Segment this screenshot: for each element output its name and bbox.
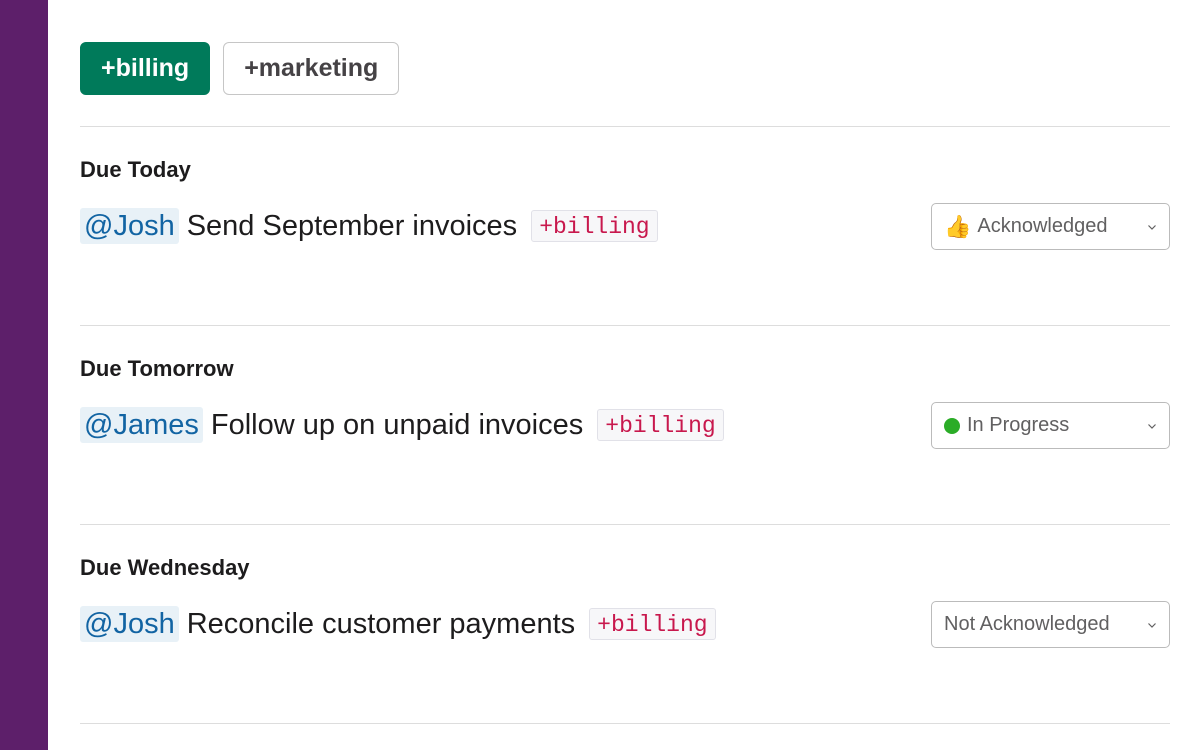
task-row: @Josh Reconcile customer payments +billi…: [80, 606, 716, 642]
tag-chip[interactable]: +billing: [531, 210, 658, 242]
chevron-down-icon: [1148, 622, 1156, 628]
task-section-due-tomorrow: Due Tomorrow @James Follow up on unpaid …: [80, 326, 1170, 524]
task-text: Follow up on unpaid invoices: [210, 408, 584, 441]
task-text: Reconcile customer payments: [186, 607, 576, 640]
status-label: Acknowledged: [977, 215, 1108, 237]
status-label: Not Acknowledged: [944, 613, 1110, 635]
section-title: Due Today: [80, 157, 191, 182]
task-section-due-wednesday: Due Wednesday @Josh Reconcile customer p…: [80, 525, 1170, 723]
thumbs-up-icon: 👍: [944, 213, 972, 239]
sidebar: [0, 0, 48, 750]
chevron-down-icon: [1148, 423, 1156, 429]
task-row: @Josh Send September invoices +billing: [80, 208, 658, 244]
status-dropdown[interactable]: In Progress: [931, 402, 1170, 449]
task-row: @James Follow up on unpaid invoices +bil…: [80, 407, 724, 443]
status-dropdown[interactable]: 👍 Acknowledged: [931, 203, 1170, 250]
filter-bar: +billing +marketing: [80, 42, 400, 95]
task-text: Send September invoices: [186, 209, 518, 242]
status-dropdown[interactable]: Not Acknowledged: [931, 601, 1170, 648]
filter-marketing-button[interactable]: +marketing: [223, 42, 400, 95]
user-mention[interactable]: @Josh: [80, 208, 179, 244]
section-title: Due Tomorrow: [80, 356, 234, 381]
section-title: Due Wednesday: [80, 555, 250, 580]
filter-billing-button[interactable]: +billing: [80, 42, 211, 95]
green-dot-icon: [944, 417, 960, 434]
divider: [80, 723, 1170, 724]
task-section-due-today: Due Today @Josh Send September invoices …: [80, 127, 1170, 325]
user-mention[interactable]: @James: [80, 407, 203, 443]
status-label: In Progress: [967, 414, 1070, 436]
tag-chip[interactable]: +billing: [589, 608, 716, 640]
chevron-down-icon: [1148, 224, 1156, 230]
user-mention[interactable]: @Josh: [80, 606, 179, 642]
tag-chip[interactable]: +billing: [597, 409, 724, 441]
